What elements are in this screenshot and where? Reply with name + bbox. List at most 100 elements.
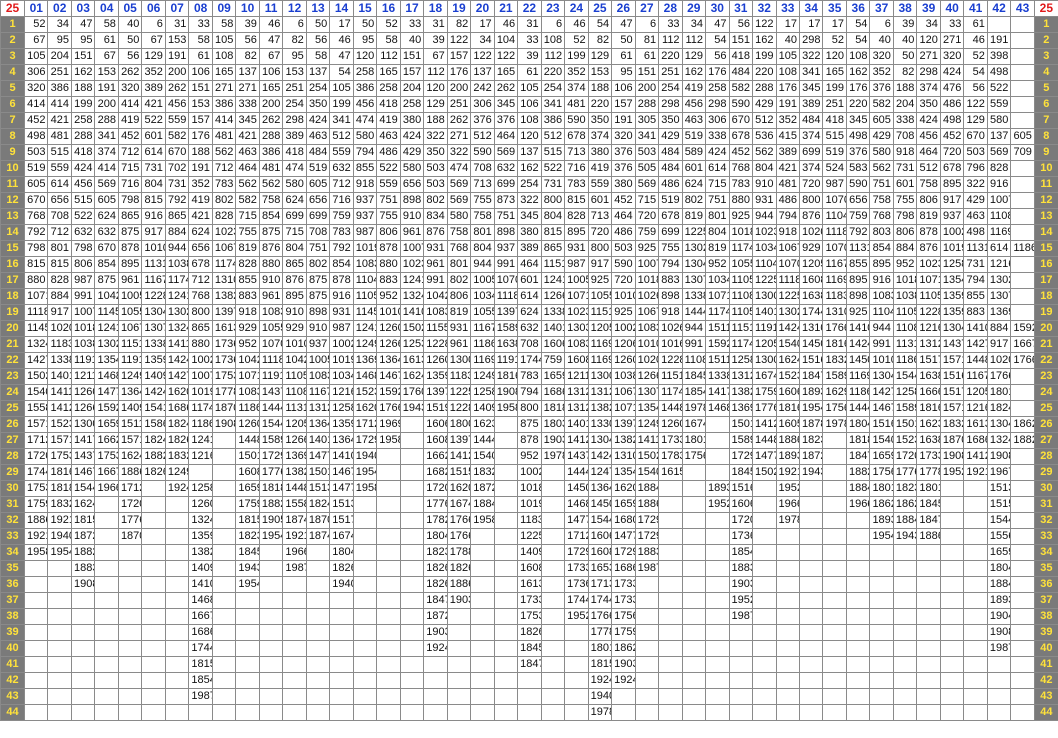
table-cell: 1958 — [23, 544, 49, 561]
table-cell — [1010, 560, 1035, 577]
table-cell: 1638 — [916, 368, 941, 385]
table-cell: 52 — [963, 48, 988, 65]
table-cell: 1744 — [517, 352, 542, 369]
table-cell: 1804 — [423, 528, 448, 545]
table-cell: 452 — [23, 112, 49, 129]
table-cell: 792 — [23, 224, 49, 241]
table-cell: 199 — [564, 48, 589, 65]
table-cell — [305, 592, 331, 609]
table-cell: 1801 — [986, 384, 1012, 401]
table-cell — [845, 688, 871, 705]
table-cell: 1966 — [845, 496, 871, 513]
table-cell — [493, 464, 519, 481]
table-cell: 1952 — [564, 608, 589, 625]
table-cell: 1978 — [587, 704, 613, 721]
table-cell: 1055 — [728, 256, 754, 273]
table-cell — [845, 512, 871, 529]
table-cell: 191 — [188, 160, 213, 177]
table-cell: 1608 — [564, 352, 589, 369]
table-cell: 463 — [235, 144, 260, 161]
table-cell: 1007 — [399, 240, 425, 257]
table-cell: 1824 — [305, 496, 331, 513]
table-cell: 1083 — [258, 304, 284, 321]
row-label-left: 21 — [0, 336, 25, 353]
table-cell: 389 — [775, 144, 800, 161]
table-cell: 1359 — [939, 288, 965, 305]
table-cell: 374 — [94, 144, 119, 161]
table-cell — [916, 704, 941, 721]
table-cell: 6 — [282, 16, 307, 33]
table-cell: 1756 — [822, 400, 847, 417]
table-cell: 188 — [70, 80, 96, 97]
table-cell — [822, 608, 847, 625]
row-label-left: 37 — [0, 592, 25, 609]
table-cell: 421 — [188, 208, 213, 225]
table-cell: 1467 — [869, 400, 894, 417]
table-cell — [916, 640, 941, 657]
table-cell — [423, 672, 448, 689]
table-cell — [1010, 256, 1035, 273]
table-cell: 1304 — [587, 432, 613, 449]
table-cell: 1450 — [845, 352, 871, 369]
table-cell — [822, 672, 847, 689]
table-cell: 1183 — [446, 368, 472, 385]
table-cell: 1005 — [117, 288, 143, 305]
table-row: 1 52 34 47 58 40 6 31 33 58 39 46 6 50 17 50 52 33 31 82 17 4… — [0, 16, 1058, 33]
table-cell: 875 — [94, 272, 119, 289]
table-cell: 804 — [282, 240, 307, 257]
table-cell: 106 — [611, 80, 636, 97]
table-cell: 1174 — [728, 336, 754, 353]
table-cell: 262 — [446, 112, 472, 129]
table-cell: 632 — [517, 320, 542, 337]
table-cell: 1501 — [728, 416, 754, 433]
table-cell — [517, 688, 542, 705]
table-cell — [70, 704, 96, 721]
table-cell — [728, 704, 754, 721]
table-cell — [728, 624, 754, 641]
row-label-right: 14 — [1033, 224, 1058, 241]
table-cell: 421 — [775, 160, 800, 177]
table-cell: 1070 — [775, 256, 800, 273]
table-cell: 1228 — [423, 336, 448, 353]
table-cell: 153 — [587, 64, 613, 81]
table-cell: 1468 — [352, 368, 378, 385]
table-cell: 176 — [705, 64, 730, 81]
table-cell — [634, 624, 660, 641]
table-cell: 1893 — [775, 448, 800, 465]
table-cell: 1174 — [658, 384, 683, 401]
table-cell — [399, 544, 425, 561]
table-cell: 1401 — [752, 304, 777, 321]
table-cell: 1359 — [141, 352, 166, 369]
table-cell: 865 — [540, 240, 566, 257]
table-cell: 288 — [634, 96, 660, 113]
row-label-left: 23 — [0, 368, 25, 385]
table-cell — [822, 576, 847, 593]
table-cell: 486 — [658, 176, 683, 193]
table-cell: 1324 — [188, 512, 213, 529]
table-cell: 157 — [399, 64, 425, 81]
table-cell: 878 — [916, 224, 941, 241]
table-cell: 386 — [352, 80, 378, 97]
table-cell: 883 — [963, 304, 988, 321]
table-cell: 82 — [235, 48, 260, 65]
table-cell — [892, 576, 918, 593]
table-cell — [399, 624, 425, 641]
table-cell: 804 — [540, 208, 566, 225]
table-cell: 1216 — [916, 320, 941, 337]
table-cell: 796 — [963, 160, 988, 177]
table-cell: 815 — [23, 256, 49, 273]
table-cell — [47, 704, 72, 721]
table-cell — [681, 688, 707, 705]
table-cell — [141, 512, 166, 529]
table-cell: 40 — [399, 32, 425, 49]
row-label-left: 22 — [0, 352, 25, 369]
table-cell: 418 — [728, 48, 754, 65]
table-cell: 1437 — [939, 336, 965, 353]
table-cell: 925 — [587, 272, 613, 289]
table-cell — [540, 592, 566, 609]
column-header: 13 — [305, 0, 331, 17]
table-cell: 1412 — [963, 448, 988, 465]
table-cell: 1870 — [211, 400, 237, 417]
table-cell — [399, 528, 425, 545]
table-cell: 1940 — [587, 688, 613, 705]
